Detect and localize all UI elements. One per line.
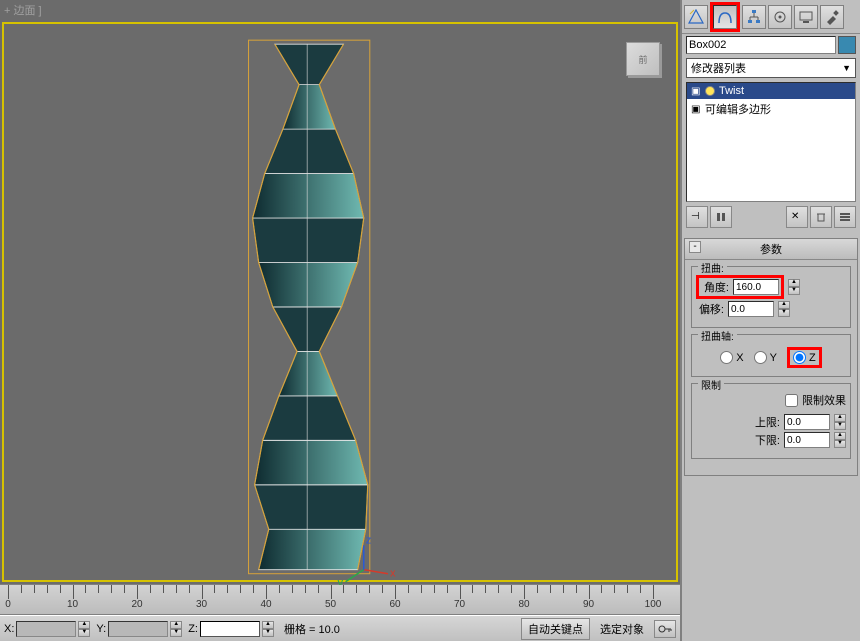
key-filter-label[interactable]: 选定对象	[600, 621, 644, 637]
coord-y-label: Y:	[96, 623, 106, 635]
key-lock-icon[interactable]	[654, 620, 676, 638]
ruler-label: 50	[325, 599, 336, 610]
angle-input[interactable]	[733, 279, 779, 295]
limit-effect-label: 限制效果	[802, 392, 846, 408]
timeline: 0 10 20 30 40 50 60 70 80 90 100 X: ▲▼ Y: ▲▼ Z: ▲▼ 栅格…	[0, 584, 680, 641]
parameters-rollout: - 参数 扭曲: 角度: ▲▼ 偏移	[684, 238, 858, 476]
viewport-column: + 边面 ] 前	[0, 0, 680, 641]
modifier-item-twist[interactable]: ▣ Twist	[687, 83, 855, 99]
ruler-label: 100	[645, 599, 662, 610]
object-color-swatch[interactable]	[838, 36, 856, 54]
bias-label: 偏移:	[696, 301, 724, 317]
limit-effect-checkbox[interactable]	[785, 394, 798, 407]
svg-text:z: z	[366, 534, 372, 546]
modify-tab-highlight	[710, 2, 740, 32]
svg-text:x: x	[390, 568, 396, 580]
bulb-icon[interactable]	[705, 86, 715, 96]
coord-z-spinner[interactable]: ▲▼	[262, 621, 274, 637]
object-name-row	[682, 34, 860, 56]
status-bar: X: ▲▼ Y: ▲▼ Z: ▲▼ 栅格 = 10.0 自动关键点 选定对象	[0, 615, 680, 641]
upper-label: 上限:	[752, 414, 780, 430]
viewport-label[interactable]: + 边面 ]	[0, 0, 680, 20]
rollout-toggle-icon[interactable]: -	[689, 241, 701, 253]
modifier-list-label: 修改器列表	[691, 60, 746, 76]
ruler-label: 60	[389, 599, 400, 610]
limit-fieldset: 限制 限制效果 上限: ▲▼ 下限: ▲	[691, 383, 851, 459]
coord-z-label: Z:	[188, 623, 198, 635]
ruler-label: 90	[583, 599, 594, 610]
object-name-input[interactable]	[686, 36, 836, 54]
coord-y-spinner[interactable]: ▲▼	[170, 621, 182, 637]
ruler-label: 20	[131, 599, 142, 610]
rollout-scroll[interactable]: - 参数 扭曲: 角度: ▲▼ 偏移	[682, 234, 860, 641]
remove-modifier-button[interactable]	[810, 206, 832, 228]
expand-icon[interactable]: ▣	[691, 104, 701, 115]
axis-y-radio[interactable]: Y	[754, 351, 777, 364]
expand-icon[interactable]: ▣	[691, 86, 701, 97]
command-panel: 修改器列表 ▼ ▣ Twist ▣ 可编辑多边形 ⊣ ✕	[680, 0, 860, 641]
grid-size-label: 栅格 = 10.0	[284, 621, 340, 637]
lower-spinner[interactable]: ▲▼	[834, 432, 846, 448]
ruler-label: 70	[454, 599, 465, 610]
bias-spinner[interactable]: ▲▼	[778, 301, 790, 317]
pin-stack-button[interactable]: ⊣	[686, 206, 708, 228]
viewport-perspective[interactable]: 前	[2, 22, 678, 582]
lower-input[interactable]	[784, 432, 830, 448]
ruler-label: 30	[196, 599, 207, 610]
axis-legend: 扭曲轴:	[698, 328, 737, 343]
coord-x-label: X:	[4, 623, 14, 635]
hierarchy-tab[interactable]	[742, 5, 766, 29]
axis-z-radio[interactable]: Z	[793, 351, 816, 364]
modifier-stack-toolbar: ⊣ ✕	[686, 206, 856, 228]
modifier-name: Twist	[719, 85, 744, 97]
show-end-result-button[interactable]	[710, 206, 732, 228]
limit-legend: 限制	[698, 377, 724, 392]
angle-highlight: 角度:	[696, 275, 784, 299]
upper-spinner[interactable]: ▲▼	[834, 414, 846, 430]
lower-label: 下限:	[752, 432, 780, 448]
mesh-canvas: x y z	[4, 24, 676, 585]
modifier-list-dropdown[interactable]: 修改器列表 ▼	[686, 58, 856, 78]
angle-spinner[interactable]: ▲▼	[788, 279, 800, 295]
ruler-label: 0	[5, 599, 11, 610]
modifier-item-editable-poly[interactable]: ▣ 可编辑多边形	[687, 99, 855, 119]
rollout-header[interactable]: - 参数	[685, 239, 857, 260]
app-root: + 边面 ] 前	[0, 0, 860, 641]
ruler-label: 80	[518, 599, 529, 610]
upper-input[interactable]	[784, 414, 830, 430]
time-ruler[interactable]: 0 10 20 30 40 50 60 70 80 90 100	[0, 585, 680, 615]
ruler-label: 10	[67, 599, 78, 610]
display-tab[interactable]	[794, 5, 818, 29]
angle-label: 角度:	[701, 279, 729, 295]
coord-x-spinner[interactable]: ▲▼	[78, 621, 90, 637]
svg-text:y: y	[337, 577, 343, 585]
ruler-label: 40	[260, 599, 271, 610]
motion-tab[interactable]	[768, 5, 792, 29]
rollout-body: 扭曲: 角度: ▲▼ 偏移: ▲▼	[685, 260, 857, 475]
utilities-tab[interactable]	[820, 5, 844, 29]
command-panel-tabs	[682, 0, 860, 34]
twist-legend: 扭曲:	[698, 260, 727, 275]
axis-z-highlight: Z	[787, 347, 822, 368]
axis-x-radio[interactable]: X	[720, 351, 743, 364]
bias-input[interactable]	[728, 301, 774, 317]
modifier-name: 可编辑多边形	[705, 101, 771, 117]
dropdown-arrow-icon: ▼	[842, 63, 851, 73]
create-tab[interactable]	[684, 5, 708, 29]
modify-tab[interactable]	[713, 5, 737, 29]
coord-x-input[interactable]	[16, 621, 76, 637]
modifier-stack[interactable]: ▣ Twist ▣ 可编辑多边形	[686, 82, 856, 202]
twist-fieldset: 扭曲: 角度: ▲▼ 偏移: ▲▼	[691, 266, 851, 328]
make-unique-button[interactable]: ✕	[786, 206, 808, 228]
twist-axis-fieldset: 扭曲轴: X Y Z	[691, 334, 851, 377]
configure-sets-button[interactable]	[834, 206, 856, 228]
rollout-title: 参数	[760, 244, 782, 256]
coord-z-input[interactable]	[200, 621, 260, 637]
coord-y-input[interactable]	[108, 621, 168, 637]
auto-key-button[interactable]: 自动关键点	[521, 618, 590, 640]
